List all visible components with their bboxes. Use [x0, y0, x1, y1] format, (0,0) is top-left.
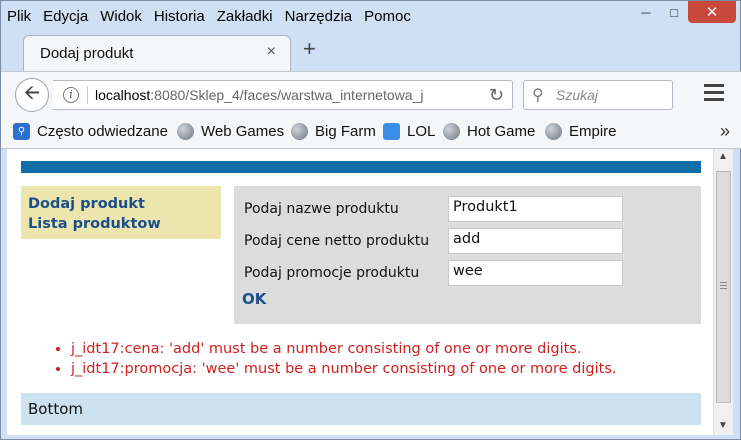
maximize-icon[interactable]: □: [660, 1, 688, 23]
bookmark-lol[interactable]: LOL: [383, 123, 435, 140]
tab-dodaj-produkt[interactable]: Dodaj produkt ×: [23, 35, 291, 71]
name-field[interactable]: Produkt1: [448, 196, 623, 222]
promotion-field[interactable]: wee: [448, 260, 623, 286]
menu-historia[interactable]: Historia: [154, 8, 205, 25]
new-tab-button[interactable]: +: [303, 36, 316, 62]
globe-icon: [443, 123, 460, 140]
field-label: Podaj cene netto produktu: [244, 233, 430, 249]
search-icon: ⚲: [532, 87, 544, 104]
bookmark-icon: ⚲: [13, 123, 30, 140]
search-input[interactable]: ⚲ Szukaj: [523, 80, 673, 110]
smile-icon: [383, 123, 400, 140]
field-label: Podaj nazwe produktu: [244, 201, 399, 217]
window-controls: ─ □ ✕: [632, 1, 736, 23]
footer: Bottom: [21, 393, 701, 425]
reload-icon[interactable]: ↻: [489, 85, 504, 106]
url-text[interactable]: localhost:8080/Sklep_4/faces/warstwa_int…: [95, 87, 451, 103]
bookmark-label: Big Farm: [315, 123, 376, 140]
form-row-promocja: Podaj promocje produktu wee: [244, 260, 623, 286]
bookmark-big-farm[interactable]: Big Farm: [291, 123, 376, 140]
product-form: Podaj nazwe produktu Produkt1 Podaj cene…: [234, 186, 701, 324]
info-icon[interactable]: i: [63, 87, 79, 103]
error-messages: j_idt17:cena: 'add' must be a number con…: [53, 339, 617, 379]
bookmark-label: LOL: [407, 123, 436, 140]
menu-edycja[interactable]: Edycja: [43, 8, 88, 25]
browser-window: Plik Edycja Widok Historia Zakładki Narz…: [0, 0, 741, 440]
scrollbar-thumb[interactable]: [716, 171, 731, 403]
price-field[interactable]: add: [448, 228, 623, 254]
grip-icon: [720, 282, 727, 291]
search-placeholder: Szukaj: [556, 87, 599, 103]
bookmark-label: Często odwiedzane: [37, 123, 168, 140]
bookmark-label: Empire: [569, 123, 617, 140]
menu-widok[interactable]: Widok: [100, 8, 142, 25]
back-arrow-icon[interactable]: 🡨: [15, 78, 49, 112]
navigation-bar: 🡨 i localhost:8080/Sklep_4/faces/warstwa…: [1, 71, 741, 115]
tab-strip: Dodaj produkt × +: [1, 29, 741, 71]
menu-zakladki[interactable]: Zakładki: [217, 8, 273, 25]
bookmark-label: Hot Game: [467, 123, 536, 140]
ok-button[interactable]: OK: [242, 290, 266, 308]
sidebar-link-lista-produktow[interactable]: Lista produktow: [28, 214, 214, 234]
field-label: Podaj promocje produktu: [244, 265, 420, 281]
vertical-scrollbar[interactable]: ▲ ▼: [713, 149, 733, 435]
form-row-cena: Podaj cene netto produktu add: [244, 228, 623, 254]
header-bar: [21, 161, 701, 173]
address-separator: [87, 86, 88, 104]
globe-icon: [291, 123, 308, 140]
address-bar[interactable]: i localhost:8080/Sklep_4/faces/warstwa_i…: [53, 80, 513, 110]
error-message: j_idt17:cena: 'add' must be a number con…: [71, 339, 617, 359]
more-bookmarks-icon[interactable]: »: [720, 121, 730, 142]
scroll-up-icon[interactable]: ▲: [718, 151, 728, 162]
tab-title: Dodaj produkt: [40, 45, 134, 62]
url-host: localhost: [95, 87, 151, 103]
bookmark-web-games[interactable]: Web Games: [177, 123, 284, 140]
sidebar: Dodaj produkt Lista produktow: [21, 186, 221, 239]
tab-close-icon[interactable]: ×: [267, 43, 276, 61]
scroll-down-icon[interactable]: ▼: [718, 420, 728, 431]
hamburger-menu-icon[interactable]: [704, 84, 724, 105]
bookmark-czesto-odwiedzane[interactable]: ⚲ Często odwiedzane: [13, 123, 168, 140]
bookmark-hot-game[interactable]: Hot Game: [443, 123, 535, 140]
globe-icon: [545, 123, 562, 140]
minimize-icon[interactable]: ─: [632, 1, 660, 23]
bookmark-label: Web Games: [201, 123, 285, 140]
form-row-nazwa: Podaj nazwe produktu Produkt1: [244, 196, 623, 222]
url-path: :8080/Sklep_4/faces/warstwa_internetowa_…: [150, 87, 424, 103]
globe-icon: [177, 123, 194, 140]
error-message: j_idt17:promocja: 'wee' must be a number…: [71, 359, 617, 379]
page-content: Dodaj produkt Lista produktow Podaj nazw…: [7, 149, 713, 435]
close-window-icon[interactable]: ✕: [688, 1, 736, 23]
menu-plik[interactable]: Plik: [7, 8, 31, 25]
bookmark-empire[interactable]: Empire: [545, 123, 617, 140]
menu-narzedzia[interactable]: Narzędzia: [285, 8, 353, 25]
sidebar-link-dodaj-produkt[interactable]: Dodaj produkt: [28, 194, 214, 214]
bookmarks-toolbar: ⚲ Często odwiedzane Web Games Big Farm L…: [1, 115, 741, 149]
menu-pomoc[interactable]: Pomoc: [364, 8, 411, 25]
menu-bar: Plik Edycja Widok Historia Zakładki Narz…: [7, 5, 423, 27]
